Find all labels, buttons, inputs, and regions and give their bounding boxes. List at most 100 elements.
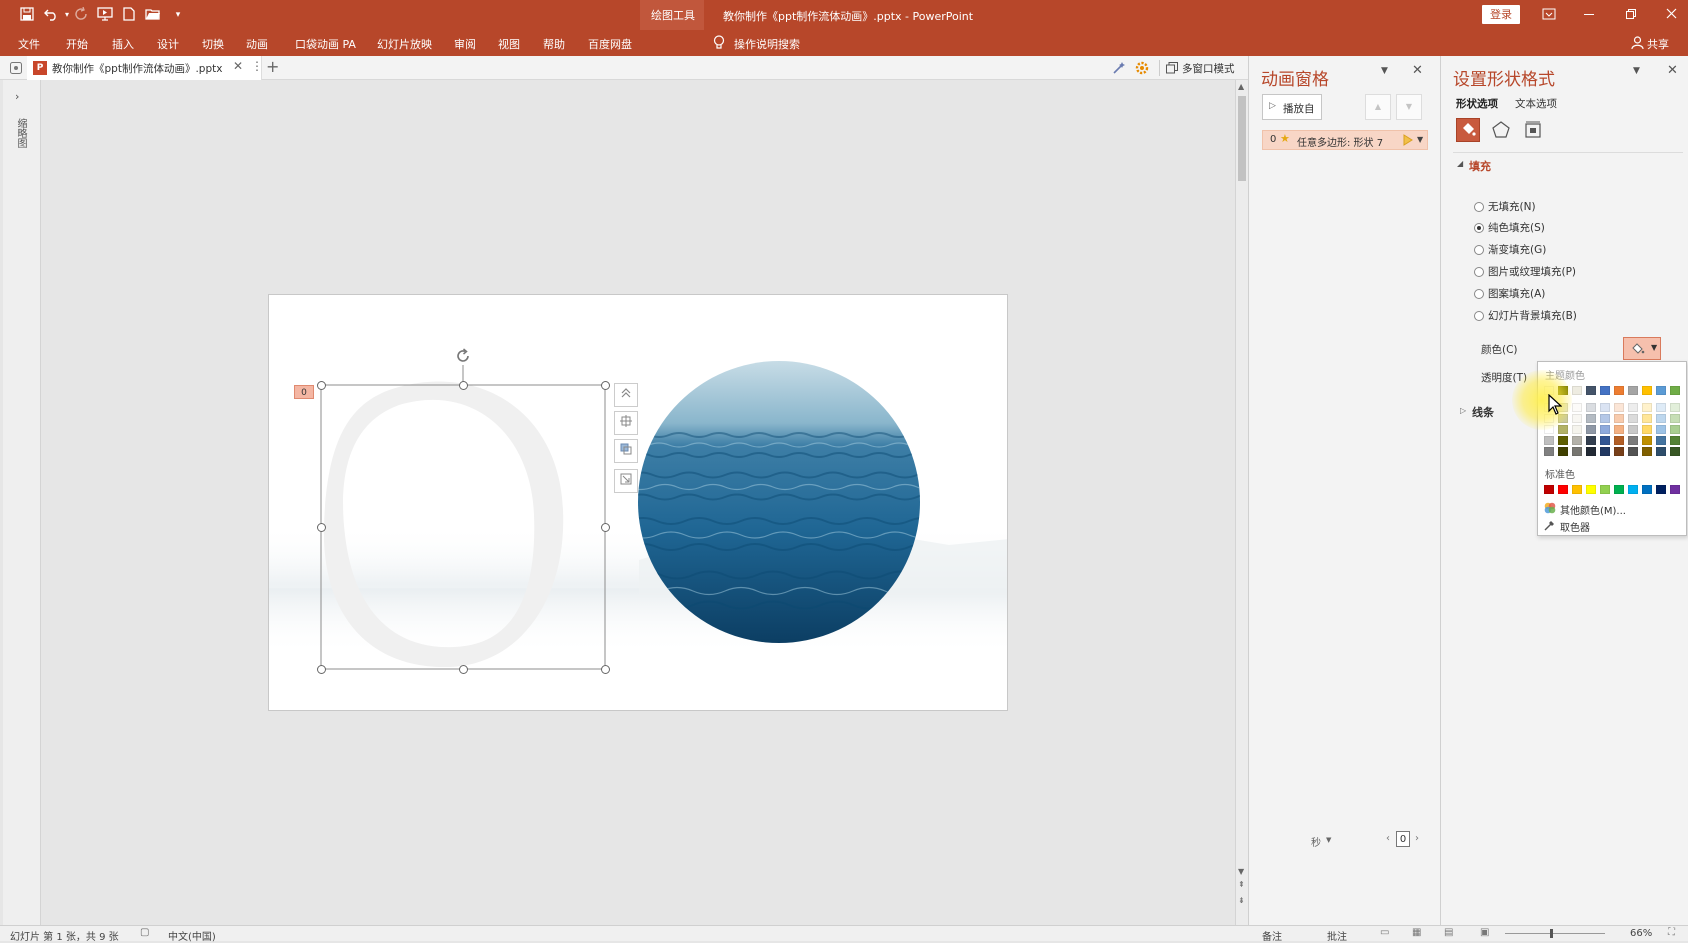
line-section-header[interactable]: 线条 <box>1472 404 1494 420</box>
share-button[interactable]: 共享 <box>1647 36 1669 52</box>
theme-color-swatch[interactable] <box>1628 425 1638 434</box>
crop-icon[interactable] <box>614 469 638 493</box>
theme-color-swatch[interactable] <box>1628 403 1638 412</box>
tab-help[interactable]: 帮助 <box>543 36 565 52</box>
theme-color-swatch[interactable] <box>1628 447 1638 456</box>
tab-pocket-animation[interactable]: 口袋动画 PA <box>295 36 356 52</box>
theme-color-swatch[interactable] <box>1600 447 1610 456</box>
zoom-slider-thumb[interactable] <box>1550 929 1553 938</box>
theme-color-swatch[interactable] <box>1614 403 1624 412</box>
theme-color-swatch[interactable] <box>1642 425 1652 434</box>
scroll-up-icon[interactable]: ▲ <box>1238 82 1244 91</box>
theme-color-swatch[interactable] <box>1614 436 1624 445</box>
theme-color-swatch[interactable] <box>1642 436 1652 445</box>
standard-color-swatch[interactable] <box>1558 485 1568 494</box>
theme-color-swatch[interactable] <box>1670 386 1680 395</box>
theme-color-swatch[interactable] <box>1586 414 1596 423</box>
move-up-button[interactable]: ▲ <box>1365 94 1391 120</box>
theme-color-swatch[interactable] <box>1586 447 1596 456</box>
theme-color-swatch[interactable] <box>1642 447 1652 456</box>
timeline-next-icon[interactable]: › <box>1415 833 1419 844</box>
resize-handle-se[interactable] <box>601 665 610 674</box>
theme-color-swatch[interactable] <box>1572 403 1582 412</box>
scroll-thumb[interactable] <box>1238 96 1246 181</box>
theme-color-swatch[interactable] <box>1656 436 1666 445</box>
minimize-icon[interactable] <box>1584 14 1594 15</box>
theme-color-swatch[interactable] <box>1642 386 1652 395</box>
settings-gear-icon[interactable] <box>1135 61 1149 75</box>
customize-toolbar-icon[interactable]: ▾ <box>170 7 186 23</box>
theme-color-swatch[interactable] <box>1628 414 1638 423</box>
theme-color-swatch[interactable] <box>1558 425 1568 434</box>
tab-home[interactable]: 开始 <box>66 36 88 52</box>
tab-view[interactable]: 视图 <box>498 36 520 52</box>
wand-icon[interactable] <box>1112 61 1126 75</box>
standard-color-row[interactable] <box>1538 485 1688 497</box>
theme-color-swatch[interactable] <box>1614 386 1624 395</box>
radio-gradient-fill[interactable] <box>1474 245 1484 255</box>
fill-collapse-icon[interactable]: ◢ <box>1457 159 1463 168</box>
theme-color-swatch[interactable] <box>1544 447 1554 456</box>
theme-color-swatch[interactable] <box>1558 447 1568 456</box>
play-from-button[interactable]: ▷ 播放自 <box>1262 94 1322 120</box>
standard-color-swatch[interactable] <box>1586 485 1596 494</box>
theme-color-swatch[interactable] <box>1600 425 1610 434</box>
normal-view-icon[interactable]: ▭ <box>1380 927 1389 938</box>
theme-color-swatch[interactable] <box>1670 414 1680 423</box>
standard-color-swatch[interactable] <box>1544 485 1554 494</box>
more-colors-option[interactable]: 其他颜色(M)... <box>1560 502 1626 517</box>
theme-color-swatch[interactable] <box>1656 447 1666 456</box>
radio-background-fill[interactable] <box>1474 311 1484 321</box>
radio-no-fill[interactable] <box>1474 202 1484 212</box>
standard-color-swatch[interactable] <box>1642 485 1652 494</box>
new-tab-icon[interactable]: + <box>266 57 279 76</box>
more-tab-icon[interactable]: ⋮ <box>251 59 263 73</box>
theme-color-swatch[interactable] <box>1614 447 1624 456</box>
animation-list-item[interactable]: 0 ★ 任意多边形: 形状 7 ▼ <box>1262 130 1428 150</box>
standard-color-swatch[interactable] <box>1656 485 1666 494</box>
theme-color-swatch[interactable] <box>1572 425 1582 434</box>
radio-picture-fill[interactable] <box>1474 267 1484 277</box>
ribbon-display-options-icon[interactable] <box>1542 8 1556 20</box>
open-folder-icon[interactable] <box>145 7 161 23</box>
document-nav-icon[interactable] <box>9 61 23 75</box>
tab-insert[interactable]: 插入 <box>112 36 134 52</box>
format-pane-options-icon[interactable]: ▼ <box>1633 66 1640 76</box>
standard-color-swatch[interactable] <box>1670 485 1680 494</box>
theme-color-swatch[interactable] <box>1586 436 1596 445</box>
resize-handle-sw[interactable] <box>317 665 326 674</box>
tab-design[interactable]: 设计 <box>157 36 179 52</box>
fill-line-category[interactable] <box>1456 118 1480 142</box>
vertical-scrollbar[interactable]: ▲ ▼ ⇞ ⇟ <box>1235 80 1248 925</box>
zoom-level[interactable]: 66% <box>1630 928 1652 939</box>
new-file-icon[interactable] <box>121 7 137 23</box>
theme-color-swatch[interactable] <box>1670 447 1680 456</box>
slide-canvas[interactable]: 0 <box>268 294 1008 711</box>
zoom-slider[interactable] <box>1505 933 1605 934</box>
seconds-unit-dropdown[interactable]: 秒 <box>1311 834 1321 849</box>
theme-color-swatch[interactable] <box>1600 436 1610 445</box>
tab-shape-options[interactable]: 形状选项 <box>1456 96 1498 111</box>
close-tab-icon[interactable]: ✕ <box>233 59 243 73</box>
share-person-icon[interactable] <box>1631 36 1644 50</box>
resize-handle-nw[interactable] <box>317 381 326 390</box>
tab-review[interactable]: 审阅 <box>454 36 476 52</box>
effects-category[interactable] <box>1491 120 1511 140</box>
restore-icon[interactable] <box>1626 9 1636 19</box>
theme-color-swatch[interactable] <box>1670 436 1680 445</box>
theme-color-swatch[interactable] <box>1572 436 1582 445</box>
animation-pane-options-icon[interactable]: ▼ <box>1381 66 1388 76</box>
undo-icon[interactable] <box>43 7 59 23</box>
theme-color-swatch[interactable] <box>1600 403 1610 412</box>
slideshow-view-icon[interactable]: ▣ <box>1480 927 1489 938</box>
document-tab[interactable]: P 教你制作《ppt制作流体动画》.pptx ✕ ⋮ <box>27 56 263 80</box>
theme-color-swatch[interactable] <box>1670 403 1680 412</box>
tab-text-options[interactable]: 文本选项 <box>1515 96 1557 111</box>
resize-handle-w[interactable] <box>317 523 326 532</box>
scroll-down-icon[interactable]: ▼ <box>1238 867 1244 876</box>
size-properties-category[interactable] <box>1523 120 1543 140</box>
spellcheck-icon[interactable]: ▢ <box>140 927 149 938</box>
save-icon[interactable] <box>19 7 35 23</box>
tell-me-search[interactable]: 操作说明搜索 <box>734 36 800 52</box>
align-center-icon[interactable] <box>614 411 638 435</box>
